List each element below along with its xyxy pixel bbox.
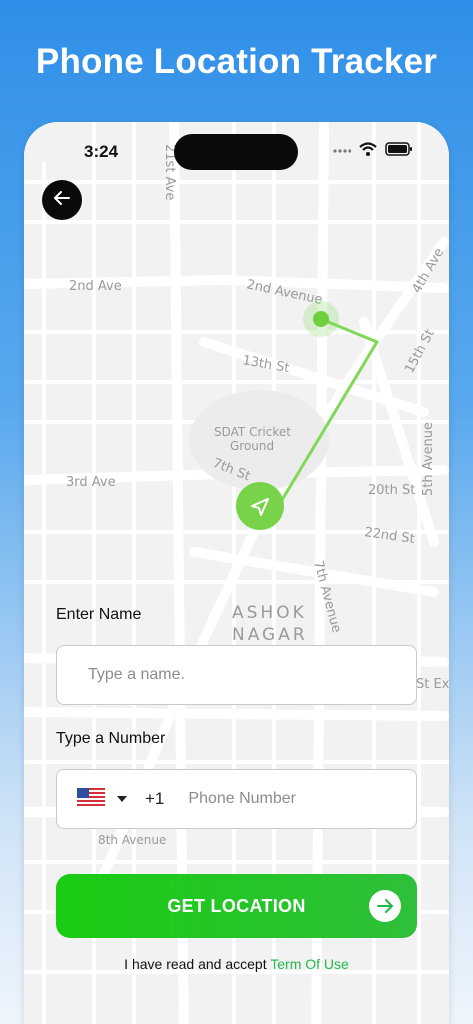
destination-marker[interactable] bbox=[313, 311, 329, 327]
status-icons bbox=[333, 142, 413, 161]
name-placeholder: Type a name. bbox=[88, 666, 185, 683]
phone-input[interactable]: +1 Phone Number bbox=[56, 769, 417, 829]
map-label: St Ex bbox=[416, 677, 449, 692]
phone-frame: 21st Ave 2nd Ave 2nd Avenue 4th Ave 15th… bbox=[24, 122, 449, 1024]
phone-placeholder: Phone Number bbox=[188, 790, 297, 807]
map-label: 20th St bbox=[368, 483, 415, 498]
map-label: ASHOK bbox=[232, 603, 307, 623]
map-label: 8th Avenue bbox=[98, 833, 166, 847]
map-label: 5th Avenue bbox=[421, 422, 436, 496]
page-title: Phone Location Tracker bbox=[35, 42, 438, 81]
terms-prefix: I have read and accept bbox=[124, 956, 267, 972]
signal-icon bbox=[333, 143, 352, 161]
current-location-marker[interactable] bbox=[236, 482, 284, 530]
map-label: 2nd Ave bbox=[69, 279, 122, 294]
arrow-left-icon bbox=[54, 190, 70, 210]
wifi-icon bbox=[359, 142, 377, 161]
name-label: Enter Name bbox=[56, 606, 142, 623]
get-location-button[interactable]: GET LOCATION bbox=[56, 874, 417, 938]
arrow-right-icon bbox=[369, 890, 401, 922]
us-flag-icon[interactable] bbox=[57, 787, 105, 811]
status-time: 3:24 bbox=[84, 142, 119, 161]
map-label: SDAT Cricket bbox=[214, 425, 291, 439]
battery-icon bbox=[385, 142, 413, 161]
terms-link[interactable]: Term Of Use bbox=[270, 956, 349, 972]
name-input[interactable]: Type a name. bbox=[56, 645, 417, 705]
terms-text: I have read and accept Term Of Use bbox=[24, 956, 449, 972]
map-label: Ground bbox=[230, 439, 274, 453]
dial-code: +1 bbox=[145, 789, 165, 808]
map-label: NAGAR bbox=[232, 625, 308, 645]
map-label: 3rd Ave bbox=[66, 475, 116, 490]
country-dropdown-icon[interactable] bbox=[117, 796, 127, 802]
dynamic-island bbox=[174, 134, 298, 170]
get-location-label: GET LOCATION bbox=[167, 895, 306, 916]
back-button[interactable] bbox=[42, 180, 82, 220]
number-label: Type a Number bbox=[56, 730, 166, 747]
